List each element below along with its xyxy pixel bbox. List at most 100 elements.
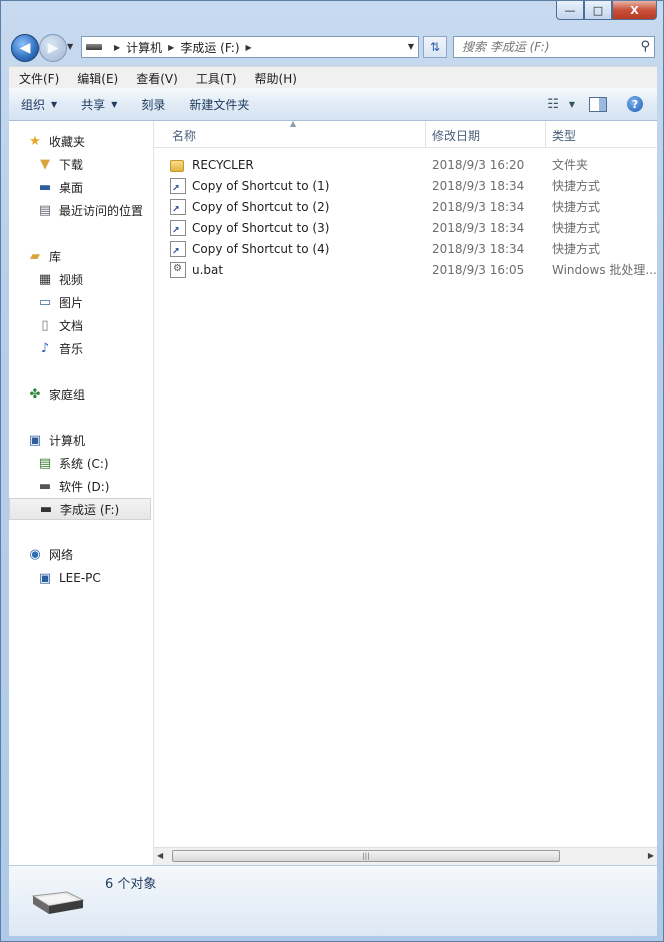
navigation-pane[interactable]: ★ 收藏夹 ▼ 下载 ▬ 桌面 ▤ 最近访问的位置 ▰ 库 ▦ 视频 ▭ 图片 ▯ 文档 ♪ 音乐… — [9, 121, 154, 865]
menu-help[interactable]: 帮助(H) — [245, 70, 305, 87]
help-button[interactable]: ? — [627, 96, 643, 112]
back-button[interactable]: ◀ — [11, 34, 39, 62]
maximize-button[interactable]: □ — [584, 1, 612, 20]
chevron-down-icon: ▼ — [568, 99, 575, 109]
system-drive-icon: ▤ — [38, 455, 52, 471]
details-pane: 6 个对象 — [9, 865, 657, 936]
breadcrumb-drive[interactable]: 李成运 (F:) — [180, 39, 239, 56]
search-icon[interactable]: ⚲ — [640, 39, 650, 54]
nav-label: 图片 — [59, 295, 84, 310]
file-type: 快捷方式 — [552, 200, 601, 214]
chevron-right-icon[interactable]: ▶ — [168, 43, 174, 52]
file-date: 2018/9/3 18:34 — [432, 241, 525, 256]
address-dropdown-icon[interactable]: ▼ — [408, 42, 414, 51]
file-name: RECYCLER — [192, 157, 254, 172]
nav-drive-d[interactable]: ▬ 软件 (D:) — [37, 475, 110, 497]
nav-drive-f[interactable]: ▬ 李成运 (F:) — [9, 498, 151, 520]
menu-edit[interactable]: 编辑(E) — [67, 70, 126, 87]
nav-pictures[interactable]: ▭ 图片 — [37, 291, 83, 313]
nav-libraries[interactable]: ▰ 库 — [27, 245, 61, 267]
music-note-icon: ♪ — [40, 340, 50, 356]
arrow-left-icon: ◀ — [19, 40, 31, 56]
file-row[interactable]: Copy of Shortcut to (4) 2018/9/3 18:34 快… — [154, 238, 657, 259]
organize-label: 组织 — [21, 97, 46, 112]
search-input[interactable] — [460, 39, 634, 55]
file-list-pane[interactable]: ▲ 名称 修改日期 类型 RECYCLER 2018/9/3 16:20 文件夹… — [154, 119, 657, 865]
preview-pane-button[interactable] — [589, 96, 607, 112]
scroll-right-arrow[interactable]: ▶ — [648, 851, 654, 860]
nav-label: 系统 (C:) — [59, 456, 109, 471]
shortcut-icon — [170, 177, 186, 194]
minimize-button[interactable]: — — [556, 1, 584, 20]
file-row[interactable]: Copy of Shortcut to (2) 2018/9/3 18:34 快… — [154, 196, 657, 217]
nav-network[interactable]: ◉ 网络 — [27, 543, 73, 565]
nav-label: 李成运 (F:) — [60, 502, 120, 517]
nav-lee-pc[interactable]: ▣ LEE-PC — [37, 567, 101, 589]
nav-documents[interactable]: ▯ 文档 — [37, 314, 83, 336]
desktop-icon: ▬ — [38, 179, 52, 195]
nav-label: 最近访问的位置 — [59, 203, 144, 218]
breadcrumb-computer[interactable]: 计算机 — [126, 39, 162, 56]
file-row[interactable]: Copy of Shortcut to (1) 2018/9/3 18:34 快… — [154, 175, 657, 196]
share-label: 共享 — [81, 97, 106, 112]
column-name[interactable]: 名称 — [172, 127, 196, 144]
recent-pages-dropdown[interactable]: ▼ — [67, 42, 73, 51]
shortcut-icon — [170, 198, 186, 215]
file-type: Windows 批处理... — [552, 263, 657, 277]
close-button[interactable]: X — [612, 1, 657, 20]
organize-button[interactable]: 组织 ▼ — [9, 96, 69, 113]
scroll-left-arrow[interactable]: ◀ — [157, 851, 163, 860]
refresh-button[interactable]: ⇅ — [423, 36, 447, 58]
menu-file[interactable]: 文件(F) — [9, 70, 67, 87]
nav-homegroup[interactable]: ✤ 家庭组 — [27, 383, 85, 405]
scrollbar-thumb[interactable]: ||| — [172, 850, 560, 862]
file-row[interactable]: Copy of Shortcut to (3) 2018/9/3 18:34 快… — [154, 217, 657, 238]
pictures-icon: ▭ — [38, 294, 52, 310]
column-divider[interactable] — [425, 121, 426, 147]
drive-icon — [86, 44, 102, 50]
chevron-down-icon: ▼ — [51, 99, 58, 109]
nav-music[interactable]: ♪ 音乐 — [37, 337, 83, 359]
nav-desktop[interactable]: ▬ 桌面 — [37, 176, 83, 198]
file-date: 2018/9/3 18:34 — [432, 199, 525, 214]
nav-label: 收藏夹 — [49, 134, 86, 149]
nav-drive-c[interactable]: ▤ 系统 (C:) — [37, 452, 109, 474]
new-folder-button[interactable]: 新建文件夹 — [177, 96, 261, 113]
chevron-right-icon[interactable]: ▶ — [114, 43, 120, 52]
burn-button[interactable]: 刻录 — [129, 96, 177, 113]
change-view-button[interactable]: ☷ ▼ — [547, 97, 575, 112]
file-row[interactable]: RECYCLER 2018/9/3 16:20 文件夹 — [154, 154, 657, 175]
horizontal-scrollbar[interactable]: ◀ ||| ▶ — [154, 847, 657, 865]
chevron-right-icon[interactable]: ▶ — [246, 43, 252, 52]
file-type: 快捷方式 — [552, 221, 601, 235]
nav-downloads[interactable]: ▼ 下载 — [37, 153, 83, 175]
star-icon: ★ — [29, 133, 41, 149]
nav-computer[interactable]: ▣ 计算机 — [27, 429, 85, 451]
title-bar[interactable]: — □ X — [1, 1, 663, 31]
column-divider[interactable] — [545, 121, 546, 147]
file-name: Copy of Shortcut to (3) — [192, 220, 330, 235]
menu-tools[interactable]: 工具(T) — [186, 70, 245, 87]
address-bar[interactable]: ▶ 计算机 ▶ 李成运 (F:) ▶ ▼ — [81, 36, 419, 58]
nav-label: 库 — [49, 249, 62, 264]
column-headers: ▲ 名称 修改日期 类型 — [154, 119, 657, 148]
downloads-folder-icon: ▼ — [40, 156, 50, 172]
file-row[interactable]: u.bat 2018/9/3 16:05 Windows 批处理... — [154, 259, 657, 280]
file-name: u.bat — [192, 262, 224, 277]
search-box[interactable]: ⚲ — [453, 36, 655, 58]
nav-videos[interactable]: ▦ 视频 — [37, 268, 83, 290]
homegroup-icon: ✤ — [29, 386, 41, 402]
nav-label: 计算机 — [49, 433, 86, 448]
nav-favorites[interactable]: ★ 收藏夹 — [27, 130, 85, 152]
nav-recent-places[interactable]: ▤ 最近访问的位置 — [37, 199, 143, 221]
column-date[interactable]: 修改日期 — [432, 127, 480, 144]
forward-button[interactable]: ▶ — [39, 34, 67, 62]
menu-view[interactable]: 查看(V) — [126, 70, 186, 87]
nav-label: 网络 — [49, 547, 74, 562]
file-type: 文件夹 — [552, 158, 589, 172]
column-type[interactable]: 类型 — [552, 127, 576, 144]
share-button[interactable]: 共享 ▼ — [69, 96, 129, 113]
nav-label: 家庭组 — [49, 387, 86, 402]
nav-label: 下载 — [59, 157, 84, 172]
file-date: 2018/9/3 16:05 — [432, 262, 525, 277]
